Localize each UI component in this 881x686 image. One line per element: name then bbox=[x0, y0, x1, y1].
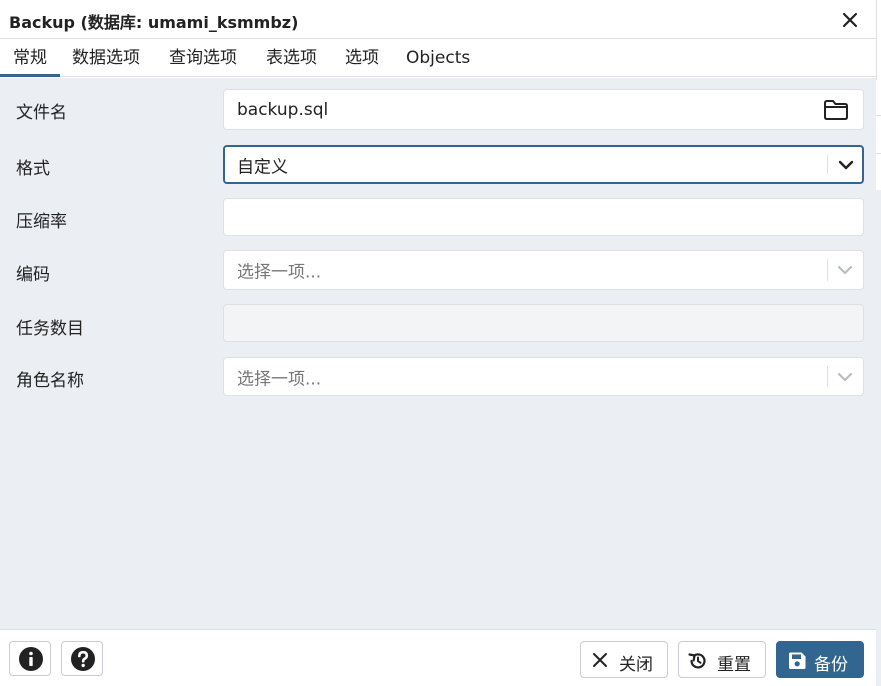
dialog-footer: 关闭 重置 备份 bbox=[0, 629, 876, 686]
info-icon bbox=[19, 647, 43, 671]
jobs-label: 任务数目 bbox=[16, 319, 84, 339]
dialog-title: Backup (数据库: umami_ksmmbz) bbox=[9, 13, 299, 32]
close-icon bbox=[593, 653, 607, 667]
info-button[interactable] bbox=[9, 641, 51, 676]
help-button[interactable] bbox=[61, 641, 103, 676]
background-page-edge bbox=[876, 0, 881, 686]
folder-icon[interactable] bbox=[823, 99, 849, 121]
encoding-select[interactable]: 选择一项... bbox=[223, 250, 864, 290]
chevron-down-icon[interactable] bbox=[837, 156, 855, 174]
compression-input[interactable] bbox=[223, 198, 864, 236]
help-icon bbox=[71, 647, 95, 671]
tab-options[interactable]: 选项 bbox=[345, 39, 379, 77]
tab-general[interactable]: 常规 bbox=[0, 39, 60, 77]
role-label: 角色名称 bbox=[16, 371, 84, 391]
tab-data-options[interactable]: 数据选项 bbox=[72, 39, 140, 77]
select-separator bbox=[827, 259, 828, 281]
encoding-label: 编码 bbox=[16, 265, 50, 285]
backup-dialog: Backup (数据库: umami_ksmmbz) 常规 数据选项 查询选项 … bbox=[0, 0, 876, 686]
reset-icon bbox=[688, 653, 706, 669]
filename-input[interactable]: backup.sql bbox=[223, 89, 864, 130]
compression-label: 压缩率 bbox=[16, 212, 67, 232]
chevron-down-icon[interactable] bbox=[836, 261, 854, 279]
backup-button[interactable]: 备份 bbox=[776, 641, 864, 678]
tab-table-options[interactable]: 表选项 bbox=[266, 39, 317, 77]
filename-label: 文件名 bbox=[16, 103, 67, 123]
chevron-down-icon[interactable] bbox=[836, 368, 854, 386]
form-panel: 文件名 backup.sql 格式 自定义 压缩率 编码 选择一项... 任务数… bbox=[0, 78, 876, 629]
tab-objects[interactable]: Objects bbox=[406, 39, 470, 77]
tab-query-options[interactable]: 查询选项 bbox=[169, 39, 237, 77]
dialog-titlebar: Backup (数据库: umami_ksmmbz) bbox=[0, 0, 876, 39]
close-icon[interactable] bbox=[838, 8, 862, 32]
select-separator bbox=[827, 155, 828, 174]
role-select[interactable]: 选择一项... bbox=[223, 357, 864, 396]
tab-bar: 常规 数据选项 查询选项 表选项 选项 Objects bbox=[0, 39, 876, 77]
close-button[interactable]: 关闭 bbox=[580, 641, 668, 678]
save-icon bbox=[789, 652, 806, 669]
select-separator bbox=[827, 366, 828, 387]
format-label: 格式 bbox=[16, 159, 50, 179]
format-select[interactable]: 自定义 bbox=[223, 145, 864, 184]
reset-button[interactable]: 重置 bbox=[678, 641, 766, 678]
jobs-input[interactable] bbox=[223, 304, 864, 342]
